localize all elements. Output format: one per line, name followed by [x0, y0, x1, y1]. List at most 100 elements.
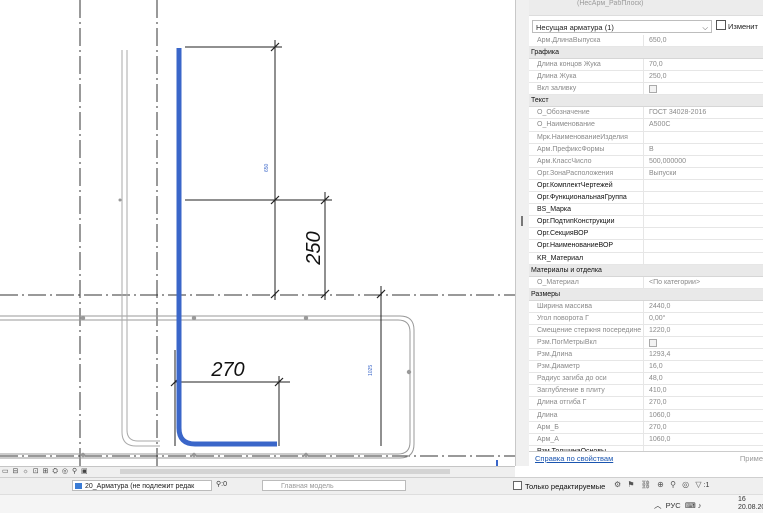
property-row[interactable]: Заглубление в плиту 410,0 — [529, 385, 763, 398]
editable-only-toggle[interactable]: Только редактируемые — [513, 481, 605, 491]
property-value[interactable]: 1220,0 — [649, 325, 763, 336]
property-row[interactable]: Рзм.Длина 1293,4 — [529, 349, 763, 362]
property-name: KR_Материал — [529, 252, 644, 264]
drawing-svg[interactable]: 250 270 650 1025 — [0, 0, 515, 466]
property-row[interactable]: Арм_Б 270,0 — [529, 421, 763, 434]
property-value[interactable]: 500,000000 — [649, 156, 763, 167]
property-name: Вкл заливку — [529, 83, 644, 95]
help-link[interactable]: Справка по свойствам — [535, 454, 613, 463]
property-row[interactable]: Ширина массива 2440,0 — [529, 300, 763, 313]
property-group-header[interactable]: Материалы и отделка — [529, 264, 763, 277]
chevron-down-icon: ⌵ — [702, 23, 708, 32]
property-row[interactable]: Орг.КомплектЧертежей — [529, 179, 763, 193]
property-value[interactable] — [649, 83, 763, 97]
view-control-bar: ▭ ⊟ ☼ ⊡ ⊞ ⛭ ◎ ⚲ ▣ — [0, 466, 515, 477]
property-row[interactable]: Арм_А 1060,0 — [529, 433, 763, 446]
property-row[interactable]: Орг.ФункциональнаяГруппа — [529, 192, 763, 205]
property-value[interactable]: 16,0 — [649, 361, 763, 372]
property-name: Заглубление в плиту — [529, 385, 644, 397]
property-row[interactable]: Длина Жука 250,0 — [529, 71, 763, 84]
property-name: О_Материал — [529, 276, 644, 288]
drawing-canvas[interactable]: 250 270 650 1025 — [0, 0, 515, 466]
property-row[interactable]: Арм.КлассЧисло 500,000000 — [529, 155, 763, 168]
property-group-header[interactable]: Размеры — [529, 288, 763, 301]
property-name: Арм_А — [529, 433, 644, 445]
property-name: Арм.ПрефиксФормы — [529, 143, 644, 155]
property-row[interactable]: Угол поворота Г 0,00° — [529, 312, 763, 325]
status-bar: 20_Арматура (не подлежит редак ⚲:0 Главн… — [0, 477, 763, 494]
property-row[interactable]: Мрк.НаименованиеИзделия — [529, 131, 763, 144]
property-row[interactable]: Рзм.ПогМетрыВкл — [529, 336, 763, 350]
property-row[interactable]: О_Обозначение ГОСТ 34028-2016 — [529, 107, 763, 120]
property-row[interactable]: Орг.НаименованиеВОР — [529, 240, 763, 253]
horizontal-scrollbar[interactable] — [120, 469, 450, 474]
property-checkbox[interactable] — [649, 85, 657, 94]
language-indicator[interactable]: РУС — [666, 501, 681, 510]
selection-filter-icons[interactable]: ⚙ ⚑ ⛓ ⊕ ⚲ ◎ ▽:1 — [614, 480, 709, 489]
property-value[interactable]: 270,0 — [649, 397, 763, 408]
property-row[interactable]: Длина 1060,0 — [529, 409, 763, 422]
property-row[interactable]: Длина концов Жука 70,0 — [529, 59, 763, 72]
editable-only-label: Только редактируемые — [525, 482, 606, 491]
apply-button[interactable]: Приме — [740, 454, 763, 463]
property-value[interactable]: 2440,0 — [649, 301, 763, 312]
editable-only-checkbox[interactable] — [513, 481, 522, 490]
properties-footer: Справка по свойствам Приме — [529, 451, 763, 466]
property-name: Арм.КлассЧисло — [529, 155, 644, 167]
rebar-bar — [176, 48, 277, 447]
property-row[interactable]: BS_Марка — [529, 204, 763, 217]
property-value[interactable]: 48,0 — [649, 373, 763, 384]
type-selector[interactable]: Несущая арматура (1) ⌵ — [532, 20, 712, 33]
system-tray[interactable]: ︿ РУС ⌨ ♪ — [654, 500, 702, 511]
property-value[interactable]: <По категории> — [649, 277, 763, 288]
property-value[interactable]: В — [649, 144, 763, 155]
property-value[interactable]: 70,0 — [649, 59, 763, 70]
property-name: Смещение стержня посередине — [529, 324, 644, 336]
workset-select[interactable]: 20_Арматура (не подлежит редак — [72, 480, 212, 491]
type-preview-label: (НесАрм_РабПлоск) — [577, 0, 644, 7]
property-row[interactable]: Арм.ДлинаВыпуска 650,0 — [529, 35, 763, 48]
property-value[interactable]: 270,0 — [649, 422, 763, 433]
design-option-select[interactable]: Главная модель — [262, 480, 406, 491]
property-row[interactable]: Орг.ЗонаРасположения Выпуски — [529, 167, 763, 180]
bar-tag: 650 — [264, 163, 270, 172]
splitter-grip[interactable] — [521, 216, 523, 226]
property-name: Рзм.Диаметр — [529, 361, 644, 373]
property-group-header[interactable]: Графика — [529, 47, 763, 60]
property-row[interactable]: Смещение стержня посередине 1220,0 — [529, 324, 763, 337]
property-checkbox[interactable] — [649, 338, 657, 347]
filter-count-text: :0 — [221, 481, 227, 488]
property-value[interactable]: 410,0 — [649, 385, 763, 396]
filter-count[interactable]: ⚲:0 — [216, 480, 227, 488]
property-value[interactable]: ГОСТ 34028-2016 — [649, 107, 763, 118]
property-value[interactable]: 650,0 — [649, 35, 763, 46]
property-name: Мрк.НаименованиеИзделия — [529, 131, 644, 143]
property-value[interactable]: А500С — [649, 119, 763, 130]
property-row[interactable]: Орг.СекцияВОР — [529, 228, 763, 241]
property-row[interactable]: О_Материал <По категории> — [529, 276, 763, 289]
property-row[interactable]: Орг.ПодтипКонструкции — [529, 216, 763, 229]
clock[interactable]: 16 20.08.20 — [738, 496, 763, 512]
edit-type-button[interactable]: Изменит — [716, 20, 758, 33]
panel-splitter[interactable] — [515, 0, 530, 466]
property-row[interactable]: Радиус загиба до оси 48,0 — [529, 373, 763, 386]
filter-total: :1 — [703, 482, 710, 489]
property-row[interactable]: Арм.ПрефиксФормы В — [529, 143, 763, 156]
property-row[interactable]: Вкл заливку — [529, 83, 763, 97]
property-value[interactable]: 0,00° — [649, 313, 763, 324]
property-value[interactable]: Выпуски — [649, 168, 763, 179]
property-row[interactable]: Длина отгиба Г 270,0 — [529, 397, 763, 410]
clock-date: 20.08.20 — [738, 504, 763, 511]
dimension-270: 270 — [210, 359, 244, 381]
property-name: Радиус загиба до оси — [529, 373, 644, 385]
property-row[interactable]: О_Наименование А500С — [529, 119, 763, 132]
property-value[interactable]: 1060,0 — [649, 410, 763, 421]
property-row[interactable]: Рзм.Диаметр 16,0 — [529, 361, 763, 374]
property-value[interactable]: 1293,4 — [649, 349, 763, 360]
property-name: Рзм.Длина — [529, 349, 644, 361]
property-value[interactable]: 250,0 — [649, 71, 763, 82]
property-name: Длина концов Жука — [529, 59, 644, 71]
property-value[interactable]: 1060,0 — [649, 434, 763, 445]
property-row[interactable]: KR_Материал — [529, 252, 763, 265]
view-control-icons[interactable]: ▭ ⊟ ☼ ⊡ ⊞ ⛭ ◎ ⚲ ▣ — [2, 467, 89, 476]
